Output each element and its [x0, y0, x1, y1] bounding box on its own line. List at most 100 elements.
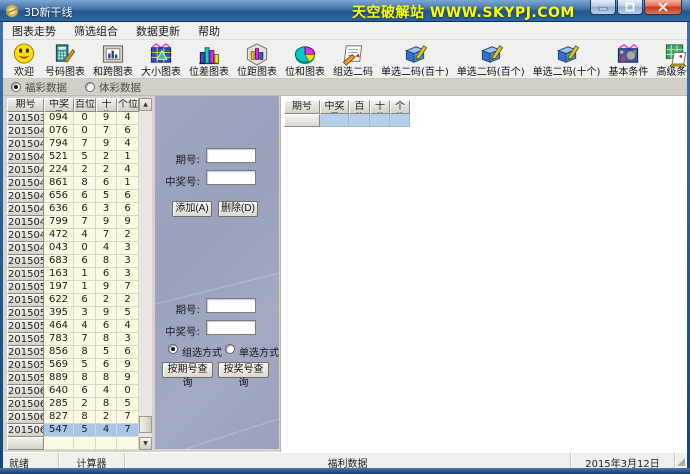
- value-cell[interactable]: 6: [96, 268, 117, 281]
- value-cell[interactable]: 094: [44, 112, 74, 125]
- value-cell[interactable]: 5: [74, 424, 96, 437]
- value-cell[interactable]: 4: [117, 138, 139, 151]
- value-cell[interactable]: 5: [117, 398, 139, 411]
- value-cell[interactable]: 472: [44, 229, 74, 242]
- toolbar-button-3[interactable]: 大小图表: [137, 40, 185, 78]
- title-bar[interactable]: 3D新干线 天空破解站 WWW.SKYPJ.COM: [0, 0, 690, 22]
- value-cell[interactable]: 7: [96, 229, 117, 242]
- period-cell[interactable]: 2015048: [7, 229, 44, 242]
- period-cell[interactable]: 2015055: [7, 320, 44, 333]
- value-cell[interactable]: 1: [74, 281, 96, 294]
- table-row[interactable]: 2015051163163: [7, 268, 152, 281]
- value-cell[interactable]: 4: [96, 242, 117, 255]
- value-cell[interactable]: 3: [74, 307, 96, 320]
- value-cell[interactable]: 197: [44, 281, 74, 294]
- value-cell[interactable]: 656: [44, 190, 74, 203]
- value-cell[interactable]: 856: [44, 346, 74, 359]
- value-cell[interactable]: 8: [74, 177, 96, 190]
- value-cell[interactable]: 4: [74, 320, 96, 333]
- period-cell[interactable]: 2015040: [7, 125, 44, 138]
- value-cell[interactable]: 8: [96, 372, 117, 385]
- value-cell[interactable]: 6: [117, 190, 139, 203]
- value-cell[interactable]: 6: [96, 320, 117, 333]
- value-cell[interactable]: 2: [96, 411, 117, 424]
- table-row[interactable]: 2015040076076: [7, 125, 152, 138]
- value-cell[interactable]: [370, 114, 390, 127]
- toolbar-button-4[interactable]: 位差图表: [185, 40, 233, 78]
- value-cell[interactable]: 7: [117, 411, 139, 424]
- toolbar-button-12[interactable]: 高级条件: [652, 40, 690, 78]
- value-cell[interactable]: 2: [74, 398, 96, 411]
- results-empty-row[interactable]: [284, 114, 410, 127]
- table-row[interactable]: 2015055464464: [7, 320, 152, 333]
- table-row[interactable]: 2015043224224: [7, 164, 152, 177]
- value-cell[interactable]: 7: [74, 138, 96, 151]
- table-row[interactable]: 2015039094094: [7, 112, 152, 125]
- column-header[interactable]: 期号: [284, 100, 320, 114]
- value-cell[interactable]: 2: [117, 229, 139, 242]
- data-source-radio-0[interactable]: [11, 82, 21, 92]
- column-header[interactable]: 个位: [117, 98, 139, 112]
- column-header[interactable]: 个位: [390, 100, 410, 114]
- group-mode-radio[interactable]: [168, 344, 178, 354]
- value-cell[interactable]: 8: [96, 398, 117, 411]
- value-cell[interactable]: 224: [44, 164, 74, 177]
- value-cell[interactable]: 4: [74, 229, 96, 242]
- value-cell[interactable]: 683: [44, 255, 74, 268]
- value-cell[interactable]: [117, 437, 139, 450]
- value-cell[interactable]: 163: [44, 268, 74, 281]
- period-cell[interactable]: 2015063: [7, 424, 44, 437]
- value-cell[interactable]: 3: [117, 268, 139, 281]
- toolbar-button-8[interactable]: 单选二码(百十): [377, 40, 453, 78]
- table-row[interactable]: 2015062827827: [7, 411, 152, 424]
- value-cell[interactable]: 7: [96, 125, 117, 138]
- toolbar-button-7[interactable]: 组选二码: [329, 40, 377, 78]
- toolbar-button-2[interactable]: 和跨图表: [89, 40, 137, 78]
- query-period-input[interactable]: [206, 298, 256, 313]
- value-cell[interactable]: 7: [74, 216, 96, 229]
- value-cell[interactable]: 5: [74, 151, 96, 164]
- value-cell[interactable]: [96, 437, 117, 450]
- value-cell[interactable]: 9: [96, 112, 117, 125]
- value-cell[interactable]: 1: [74, 268, 96, 281]
- value-cell[interactable]: [320, 114, 349, 127]
- resize-grip[interactable]: [675, 453, 687, 468]
- value-cell[interactable]: 6: [74, 385, 96, 398]
- value-cell[interactable]: 622: [44, 294, 74, 307]
- maximize-button[interactable]: [617, 0, 643, 15]
- column-header[interactable]: 十位: [96, 98, 117, 112]
- period-cell[interactable]: 2015052: [7, 281, 44, 294]
- value-cell[interactable]: 5: [117, 307, 139, 320]
- value-cell[interactable]: 4: [96, 424, 117, 437]
- toolbar-button-6[interactable]: 位和图表: [281, 40, 329, 78]
- table-row[interactable]: 2015056783783: [7, 333, 152, 346]
- query-by-number-button[interactable]: 按奖号查询: [218, 362, 269, 378]
- edit-period-input[interactable]: [206, 148, 256, 163]
- value-cell[interactable]: 6: [74, 203, 96, 216]
- toolbar-button-10[interactable]: 单选二码(十个): [529, 40, 605, 78]
- column-header[interactable]: 百位: [349, 100, 370, 114]
- value-cell[interactable]: 6: [117, 346, 139, 359]
- value-cell[interactable]: [390, 114, 410, 127]
- close-button[interactable]: [644, 0, 682, 15]
- query-by-period-button[interactable]: 按期号查询: [162, 362, 213, 378]
- table-row[interactable]: 2015041794794: [7, 138, 152, 151]
- value-cell[interactable]: 5: [96, 346, 117, 359]
- value-cell[interactable]: 569: [44, 359, 74, 372]
- empty-new-row[interactable]: [7, 437, 152, 450]
- table-row[interactable]: 2015052197197: [7, 281, 152, 294]
- value-cell[interactable]: 7: [117, 281, 139, 294]
- value-cell[interactable]: 043: [44, 242, 74, 255]
- value-cell[interactable]: 889: [44, 372, 74, 385]
- value-cell[interactable]: 636: [44, 203, 74, 216]
- toolbar-button-11[interactable]: 基本条件: [604, 40, 652, 78]
- single-mode-radio[interactable]: [225, 344, 235, 354]
- period-cell[interactable]: 2015060: [7, 385, 44, 398]
- value-cell[interactable]: 783: [44, 333, 74, 346]
- table-row[interactable]: 2015050683683: [7, 255, 152, 268]
- value-cell[interactable]: 9: [96, 281, 117, 294]
- value-cell[interactable]: 6: [117, 203, 139, 216]
- value-cell[interactable]: 9: [96, 138, 117, 151]
- table-row[interactable]: 2015057856856: [7, 346, 152, 359]
- value-cell[interactable]: 5: [96, 190, 117, 203]
